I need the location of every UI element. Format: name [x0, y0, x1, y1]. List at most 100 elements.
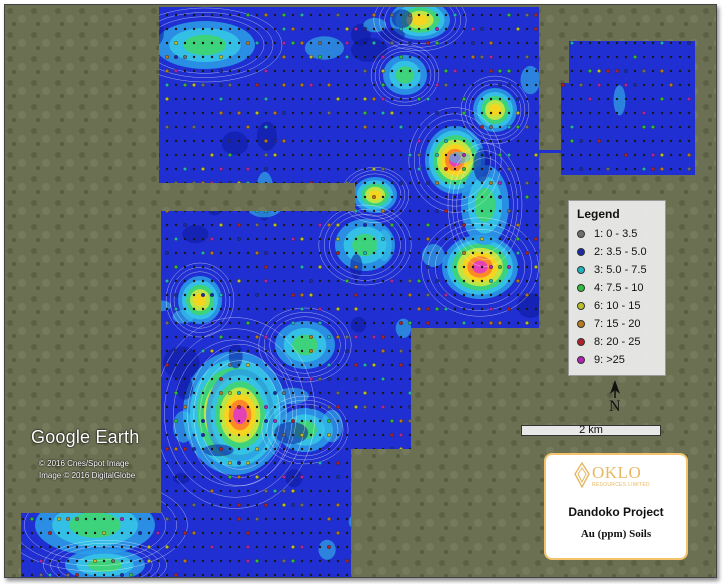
sample-point	[57, 531, 61, 535]
sample-point	[165, 13, 169, 17]
project-subtitle: Au (ppm) Soils	[580, 528, 652, 540]
sample-point	[507, 208, 512, 213]
sample-point	[264, 573, 268, 577]
sample-point	[417, 96, 422, 101]
sample-point	[318, 461, 323, 466]
company-logo-text: OKLO	[592, 463, 642, 482]
sample-point	[300, 236, 305, 241]
sample-point	[354, 13, 358, 17]
sample-point	[21, 517, 25, 521]
sample-point	[219, 419, 223, 423]
sample-point	[327, 489, 331, 493]
sample-point	[291, 279, 295, 283]
sample-point	[507, 82, 512, 87]
sample-point	[300, 111, 304, 115]
sample-point	[336, 125, 340, 129]
sample-point	[345, 13, 349, 17]
sample-point	[237, 27, 241, 31]
sample-point	[254, 41, 259, 46]
sample-point	[273, 222, 278, 227]
sample-point	[183, 503, 187, 507]
sample-point	[453, 307, 457, 311]
sample-point	[192, 573, 196, 577]
sample-point	[318, 69, 322, 73]
sample-point	[282, 461, 286, 465]
google-earth-logo: Google Earth	[31, 427, 140, 447]
sample-point	[498, 152, 503, 157]
sample-point	[597, 68, 602, 73]
sample-point	[507, 68, 512, 73]
sample-point	[408, 251, 412, 255]
sample-point	[516, 27, 521, 32]
sample-point	[480, 167, 484, 171]
sample-point	[282, 110, 287, 115]
sample-point	[318, 139, 322, 143]
sample-point	[390, 27, 394, 31]
sample-point	[165, 419, 169, 423]
sample-point	[390, 110, 395, 115]
sample-point	[408, 139, 412, 143]
sample-point	[291, 265, 295, 269]
legend-dot-icon	[577, 338, 585, 346]
sample-point	[480, 153, 484, 157]
sample-point	[444, 153, 448, 157]
sample-point	[381, 377, 386, 382]
sample-point	[273, 110, 278, 115]
sample-point	[300, 447, 304, 451]
sample-point	[633, 167, 637, 171]
sample-point	[173, 349, 178, 354]
sample-point	[498, 279, 502, 283]
sample-point	[282, 545, 286, 549]
sample-point	[525, 83, 529, 87]
sample-point	[228, 559, 232, 563]
sample-point	[182, 222, 187, 227]
sample-point	[201, 125, 205, 129]
sample-point	[246, 83, 250, 87]
sample-point	[291, 405, 295, 409]
sample-point	[363, 124, 368, 129]
sample-point	[209, 489, 214, 494]
sample-point	[354, 195, 358, 199]
sample-point	[390, 209, 394, 213]
sample-point	[291, 461, 295, 465]
sample-point	[264, 545, 268, 549]
sample-point	[363, 195, 367, 199]
sample-point	[165, 111, 169, 115]
sample-point	[165, 223, 169, 227]
sample-point	[246, 293, 250, 297]
sample-point	[165, 41, 169, 45]
sample-point	[390, 12, 395, 17]
sample-point	[291, 363, 295, 367]
sample-point	[210, 223, 214, 227]
sample-point	[291, 559, 296, 564]
sample-point	[453, 139, 457, 143]
sample-point	[210, 503, 214, 507]
sample-point	[624, 41, 628, 45]
sample-point	[390, 265, 394, 269]
sample-point	[453, 41, 457, 45]
sample-point	[471, 153, 475, 157]
sample-point	[399, 349, 404, 354]
sample-point	[372, 377, 376, 381]
sample-point	[210, 321, 214, 325]
sample-point	[228, 279, 232, 283]
sample-point	[200, 82, 205, 87]
sample-point	[210, 265, 214, 269]
sample-point	[390, 69, 394, 73]
sample-point	[218, 391, 223, 396]
sample-point	[471, 41, 476, 46]
sample-point	[219, 153, 223, 157]
sample-point	[228, 27, 232, 31]
anomaly-zone	[395, 66, 415, 84]
sample-point	[246, 251, 250, 255]
sample-point	[399, 405, 403, 409]
sample-point	[228, 545, 232, 549]
sample-point	[678, 153, 682, 157]
sample-point	[588, 139, 592, 143]
sample-point	[633, 111, 637, 115]
sample-point	[291, 531, 295, 535]
sample-point	[417, 223, 421, 227]
sample-point	[264, 321, 268, 325]
sample-point	[291, 55, 295, 59]
sample-point	[84, 573, 88, 577]
